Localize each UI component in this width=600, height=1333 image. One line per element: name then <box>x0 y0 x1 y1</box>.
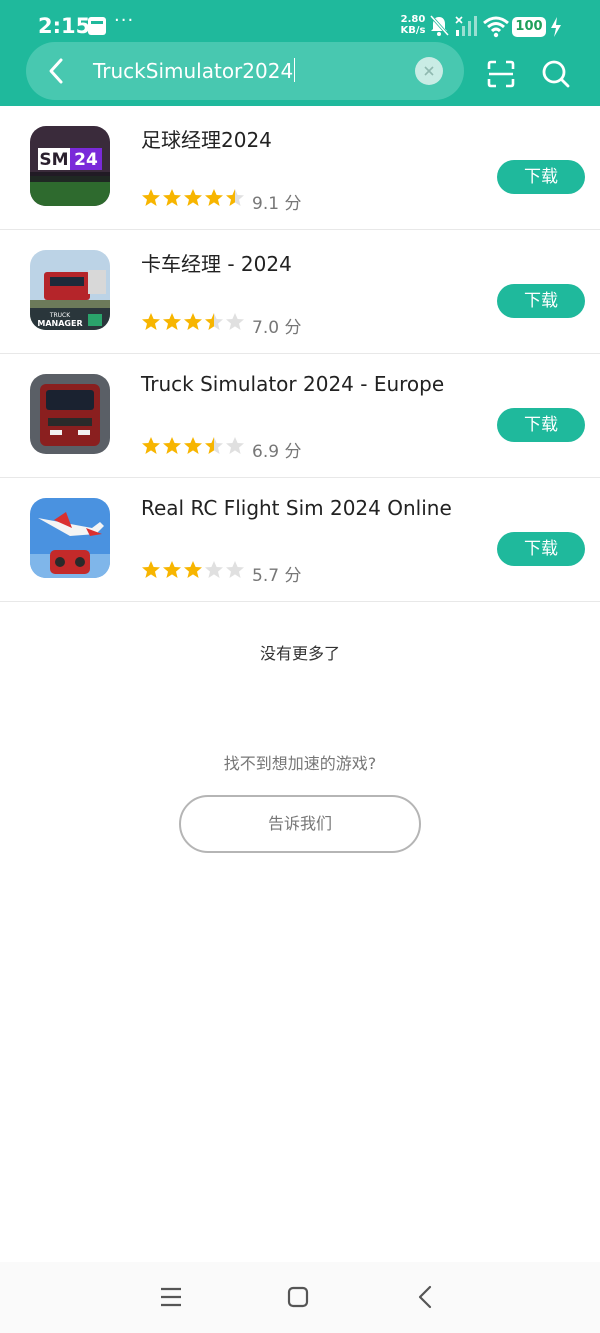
network-speed-value: 2.80 <box>400 14 426 25</box>
more-notifications-icon: ··· <box>114 10 135 31</box>
network-speed: 2.80 KB/s <box>399 14 427 36</box>
star-icon <box>142 561 160 578</box>
star-icon <box>184 189 202 206</box>
svg-text:MANAGER: MANAGER <box>37 319 82 328</box>
download-button[interactable]: 下载 <box>497 532 585 566</box>
app-icon-truck-manager[interactable]: TRUCK MANAGER <box>30 250 110 330</box>
star-icon <box>184 561 202 578</box>
star-icon <box>142 313 160 330</box>
star-icon <box>226 437 244 454</box>
back-icon[interactable] <box>411 1282 441 1312</box>
star-icon <box>163 189 181 206</box>
search-results-list: SM 24 足球经理2024 9.1 分 下载 TRUCK MANAGER 卡车… <box>0 106 600 602</box>
star-icon <box>226 313 244 330</box>
star-icon <box>226 189 244 206</box>
star-icon <box>205 437 223 454</box>
svg-text:24: 24 <box>74 150 98 170</box>
app-icon-truck-simulator[interactable] <box>30 374 110 454</box>
star-icon <box>205 313 223 330</box>
list-item[interactable]: SM 24 足球经理2024 9.1 分 下载 <box>0 106 600 230</box>
star-icon <box>205 189 223 206</box>
tell-us-button[interactable]: 告诉我们 <box>179 795 421 853</box>
star-icon <box>142 189 160 206</box>
signal-icon <box>455 16 477 36</box>
app-name[interactable]: 足球经理2024 <box>141 124 272 153</box>
star-icon <box>163 561 181 578</box>
clear-icon[interactable] <box>415 57 443 85</box>
svg-text:SM: SM <box>39 150 68 170</box>
app-icon-rc-flight-sim[interactable] <box>30 498 110 578</box>
header: 2:15 ··· 2.80 KB/s 100 TruckSimulator202… <box>0 0 600 106</box>
battery-indicator: 100 <box>512 17 546 37</box>
star-icon <box>163 437 181 454</box>
svg-text:TRUCK: TRUCK <box>49 312 71 319</box>
battery-level: 100 <box>515 19 543 34</box>
app-name[interactable]: 卡车经理 - 2024 <box>141 248 292 277</box>
app-name[interactable]: Real RC Flight Sim 2024 Online <box>141 496 452 520</box>
search-icon[interactable] <box>541 59 571 89</box>
calendar-notification-icon <box>88 17 106 35</box>
menu-icon[interactable] <box>156 1282 186 1312</box>
scan-icon[interactable] <box>486 59 516 89</box>
text-cursor <box>294 58 296 82</box>
charging-icon <box>551 17 561 37</box>
star-icon <box>184 437 202 454</box>
wifi-icon <box>483 16 509 38</box>
app-score: 7.0 分 <box>252 318 302 338</box>
star-icon <box>226 561 244 578</box>
star-icon <box>205 561 223 578</box>
star-icon <box>184 313 202 330</box>
search-query: TruckSimulator2024 <box>93 59 294 83</box>
list-item[interactable]: Truck Simulator 2024 - Europe 6.9 分 下载 <box>0 354 600 478</box>
no-more-text: 没有更多了 <box>259 644 340 663</box>
search-input[interactable]: TruckSimulator2024 <box>93 58 296 84</box>
app-score: 5.7 分 <box>252 566 302 586</box>
status-bar: 2:15 ··· 2.80 KB/s 100 <box>0 0 600 44</box>
home-icon[interactable] <box>283 1282 313 1312</box>
app-name[interactable]: Truck Simulator 2024 - Europe <box>141 372 444 396</box>
list-item[interactable]: TRUCK MANAGER 卡车经理 - 2024 7.0 分 下载 <box>0 230 600 354</box>
network-speed-unit: KB/s <box>400 25 426 36</box>
star-icon <box>163 313 181 330</box>
star-icon <box>142 437 160 454</box>
download-button[interactable]: 下载 <box>497 408 585 442</box>
mute-bell-icon <box>429 14 450 37</box>
back-arrow-icon[interactable] <box>42 56 70 86</box>
app-score: 6.9 分 <box>252 442 302 462</box>
status-time: 2:15 <box>38 14 91 38</box>
list-item[interactable]: Real RC Flight Sim 2024 Online 5.7 分 下载 <box>0 478 600 602</box>
app-score: 9.1 分 <box>252 194 302 214</box>
download-button[interactable]: 下载 <box>497 284 585 318</box>
app-icon-football-manager[interactable]: SM 24 <box>30 126 110 206</box>
system-nav-bar <box>0 1262 600 1333</box>
cant-find-text: 找不到想加速的游戏? <box>223 754 377 773</box>
download-button[interactable]: 下载 <box>497 160 585 194</box>
